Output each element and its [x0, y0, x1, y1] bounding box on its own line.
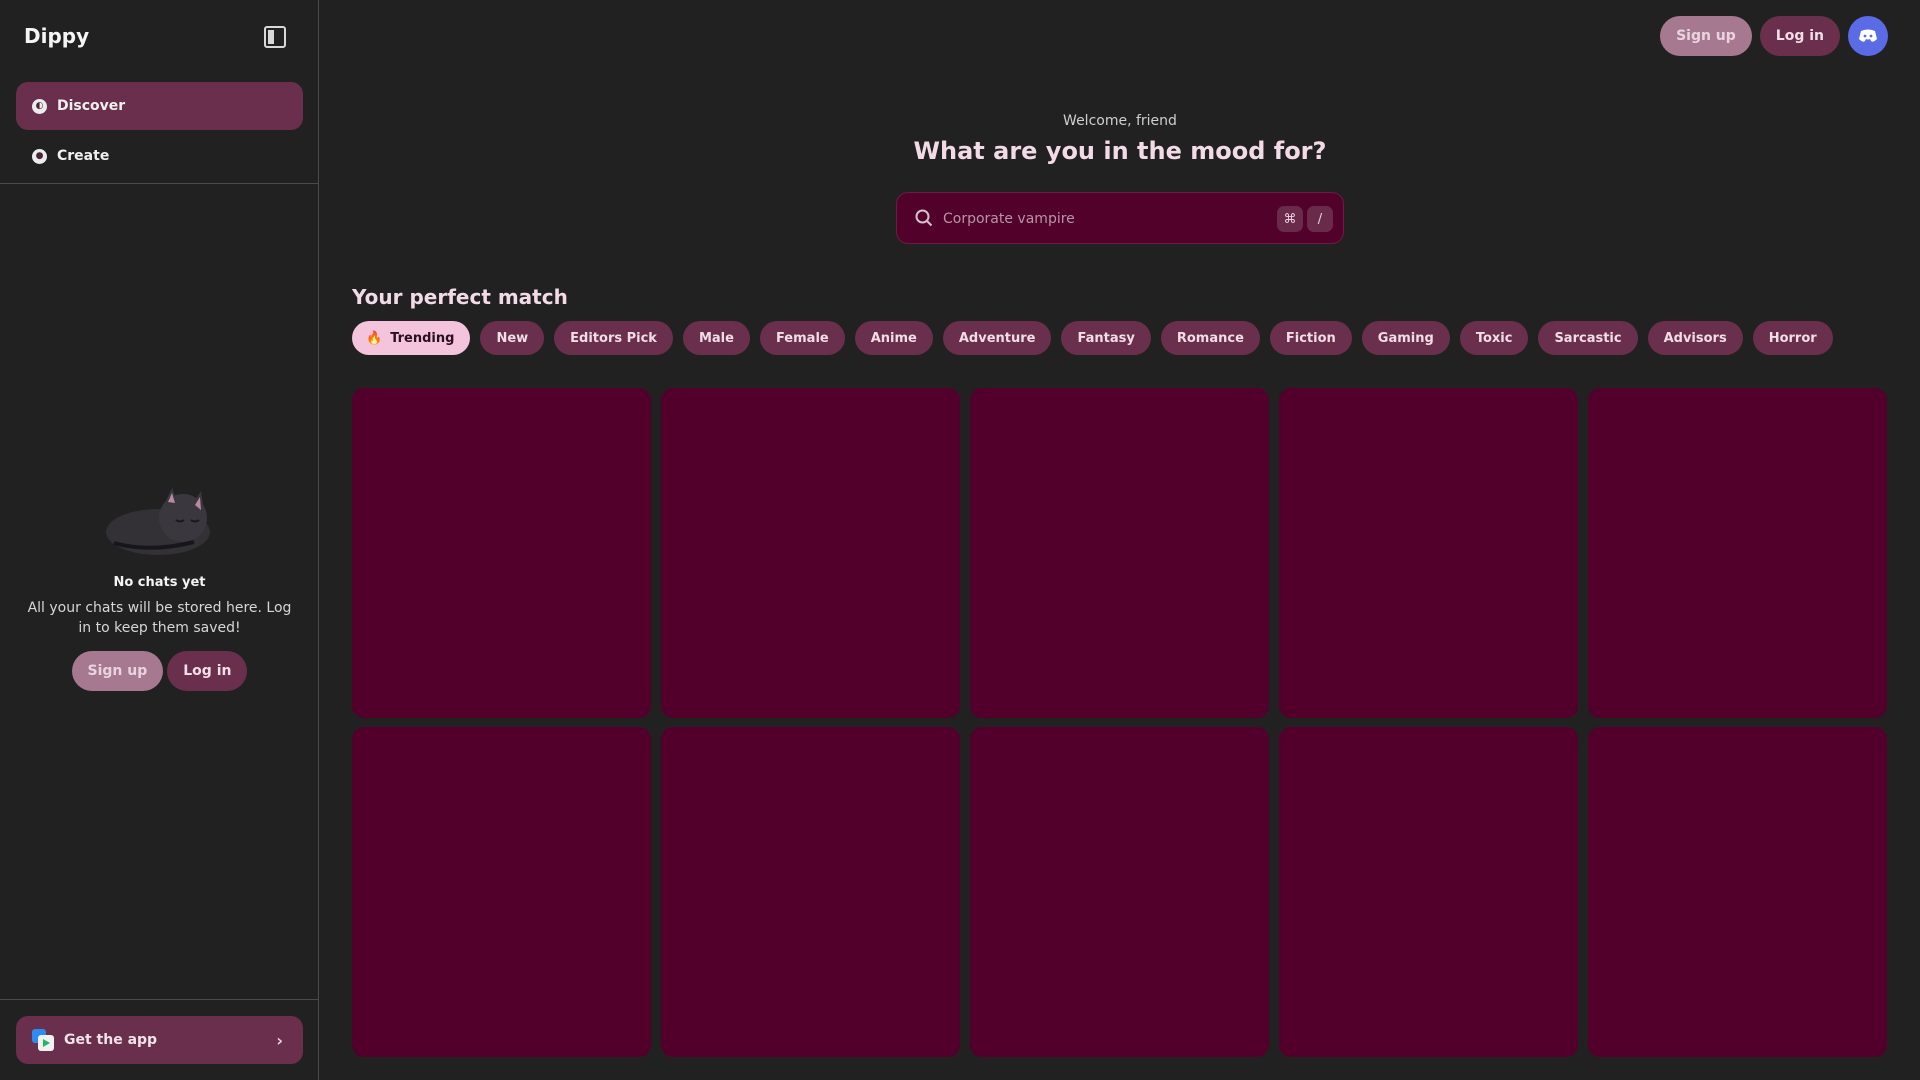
welcome-text: Welcome, friend — [1063, 113, 1177, 129]
character-card[interactable] — [1279, 727, 1578, 1057]
sleeping-cat-icon — [105, 488, 210, 555]
page-title: What are you in the mood for? — [913, 137, 1327, 165]
chevron-right-icon: › — [276, 1031, 283, 1050]
chip-fantasy[interactable]: Fantasy — [1061, 321, 1151, 355]
empty-chats-actions: Sign up Log in — [0, 651, 319, 691]
chip-advisors[interactable]: Advisors — [1647, 321, 1743, 355]
chip-female[interactable]: Female — [759, 321, 845, 355]
get-app-button[interactable]: Get the app › — [16, 1016, 303, 1064]
sidebar-signup-button[interactable]: Sign up — [71, 651, 164, 691]
sidebar-footer-divider — [0, 999, 319, 1000]
character-card[interactable] — [352, 727, 651, 1057]
section-title: Your perfect match — [352, 285, 568, 309]
sidebar-login-button[interactable]: Log in — [167, 651, 248, 691]
empty-chats-description: All your chats will be stored here. Log … — [27, 600, 292, 636]
compass-icon: ◐ — [32, 98, 47, 114]
login-button[interactable]: Log in — [1759, 16, 1840, 56]
empty-chats-title: No chats yet — [113, 575, 206, 590]
header-actions: Sign up Log in — [1660, 16, 1888, 56]
chip-male[interactable]: Male — [682, 321, 750, 355]
empty-chats: No chats yet All your chats will be stor… — [0, 485, 319, 691]
flame-icon: 🔥 — [366, 330, 383, 346]
chip-editors-pick[interactable]: Editors Pick — [554, 321, 673, 355]
sidebar-item-discover[interactable]: ◐ Discover — [16, 82, 303, 130]
character-card[interactable] — [1279, 388, 1578, 718]
character-card[interactable] — [352, 388, 651, 718]
search-icon — [915, 209, 933, 227]
command-key-icon: ⌘ — [1277, 206, 1303, 232]
chip-fiction[interactable]: Fiction — [1269, 321, 1352, 355]
character-grid — [352, 388, 1888, 1057]
sidebar-item-label: Discover — [57, 98, 126, 114]
chip-toxic[interactable]: Toxic — [1459, 321, 1529, 355]
search-input[interactable] — [943, 208, 1273, 230]
slash-key: / — [1307, 206, 1333, 232]
discord-button[interactable] — [1848, 16, 1888, 56]
chip-romance[interactable]: Romance — [1160, 321, 1260, 355]
character-card[interactable] — [970, 727, 1269, 1057]
get-app-label: Get the app — [64, 1032, 158, 1048]
chip-gaming[interactable]: Gaming — [1361, 321, 1450, 355]
character-card[interactable] — [970, 388, 1269, 718]
signup-button[interactable]: Sign up — [1660, 16, 1752, 56]
sidebar-divider — [0, 183, 319, 184]
app-store-icon — [32, 1029, 54, 1051]
category-chips: 🔥 Trending New Editors Pick Male Female A… — [352, 321, 1833, 355]
palette-icon: ● — [32, 148, 47, 164]
character-card[interactable] — [1588, 388, 1887, 718]
app-root: Dippy ◐ Discover ● Create No chats yet A… — [0, 0, 1920, 1080]
chip-horror[interactable]: Horror — [1752, 321, 1833, 355]
search-bar: ⌘ / — [896, 192, 1344, 244]
chip-sarcastic[interactable]: Sarcastic — [1538, 321, 1638, 355]
chip-new[interactable]: New — [480, 321, 545, 355]
sidebar-toggle-icon[interactable] — [264, 26, 286, 48]
sidebar-item-create[interactable]: ● Create — [16, 134, 303, 178]
chip-trending[interactable]: 🔥 Trending — [352, 321, 471, 355]
discord-icon — [1859, 29, 1877, 42]
chip-adventure[interactable]: Adventure — [942, 321, 1052, 355]
chip-anime[interactable]: Anime — [854, 321, 933, 355]
sidebar-item-label: Create — [57, 148, 110, 164]
character-card[interactable] — [661, 727, 960, 1057]
brand-logo[interactable]: Dippy — [24, 24, 89, 48]
character-card[interactable] — [1588, 727, 1887, 1057]
sidebar: Dippy ◐ Discover ● Create No chats yet A… — [0, 0, 319, 1080]
character-card[interactable] — [661, 388, 960, 718]
